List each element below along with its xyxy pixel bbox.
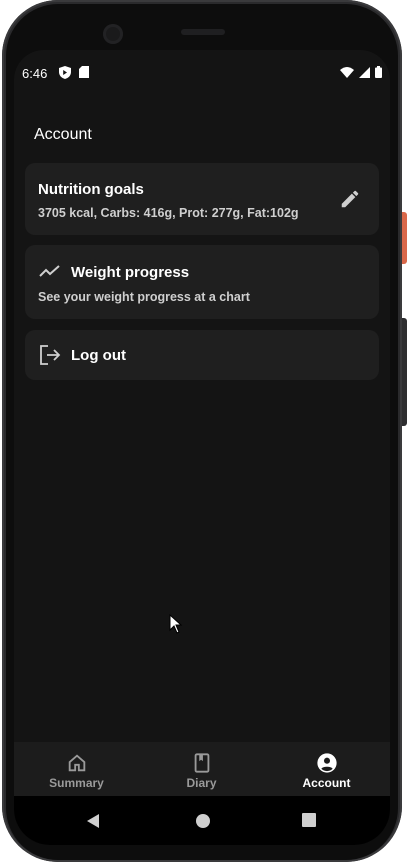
trending-up-icon xyxy=(39,265,60,277)
battery-icon xyxy=(375,66,382,78)
logout-icon xyxy=(40,345,61,365)
power-button xyxy=(402,212,407,264)
page-title: Account xyxy=(34,126,92,143)
status-bar: 6:46 xyxy=(14,50,390,96)
status-time: 6:46 xyxy=(22,66,48,81)
logout-card[interactable]: Log out xyxy=(25,330,379,380)
shield-icon xyxy=(59,66,71,79)
status-left-icons xyxy=(59,66,89,79)
nutrition-goals-title: Nutrition goals xyxy=(38,181,144,198)
nav-item-diary[interactable]: Diary xyxy=(139,742,264,796)
weight-progress-subtitle: See your weight progress at a chart xyxy=(38,290,250,304)
front-camera xyxy=(103,24,123,44)
volume-button xyxy=(402,318,407,426)
app-screen: 6:46 Account Nutrition goals 3705 kcal, … xyxy=(14,50,390,845)
bottom-navigation: Summary Diary Account xyxy=(14,742,390,796)
system-navigation-bar xyxy=(14,796,390,845)
earpiece-speaker xyxy=(181,29,225,35)
book-icon xyxy=(194,753,209,773)
account-circle-icon xyxy=(316,753,337,773)
weight-progress-card[interactable]: Weight progress See your weight progress… xyxy=(25,245,379,319)
back-icon[interactable] xyxy=(86,813,100,829)
signal-icon xyxy=(359,66,370,78)
nutrition-goals-card[interactable]: Nutrition goals 3705 kcal, Carbs: 416g, … xyxy=(25,163,379,235)
edit-icon[interactable] xyxy=(339,188,361,210)
recents-icon[interactable] xyxy=(302,813,316,827)
mouse-cursor-icon xyxy=(169,614,183,634)
nutrition-goals-summary: 3705 kcal, Carbs: 416g, Prot: 277g, Fat:… xyxy=(38,206,299,220)
status-right-icons xyxy=(340,66,382,78)
phone-device: 6:46 Account Nutrition goals 3705 kcal, … xyxy=(0,0,407,864)
nav-item-account[interactable]: Account xyxy=(264,742,389,796)
nav-item-summary[interactable]: Summary xyxy=(14,742,139,796)
logout-label: Log out xyxy=(71,347,126,364)
sd-card-icon xyxy=(79,66,89,78)
nav-label-account: Account xyxy=(302,776,351,790)
weight-progress-title: Weight progress xyxy=(71,264,190,281)
wifi-icon xyxy=(340,66,354,78)
home-icon xyxy=(68,754,85,772)
home-circle-icon[interactable] xyxy=(195,813,211,829)
nav-label-diary: Diary xyxy=(186,776,217,790)
nav-label-summary: Summary xyxy=(49,776,104,790)
